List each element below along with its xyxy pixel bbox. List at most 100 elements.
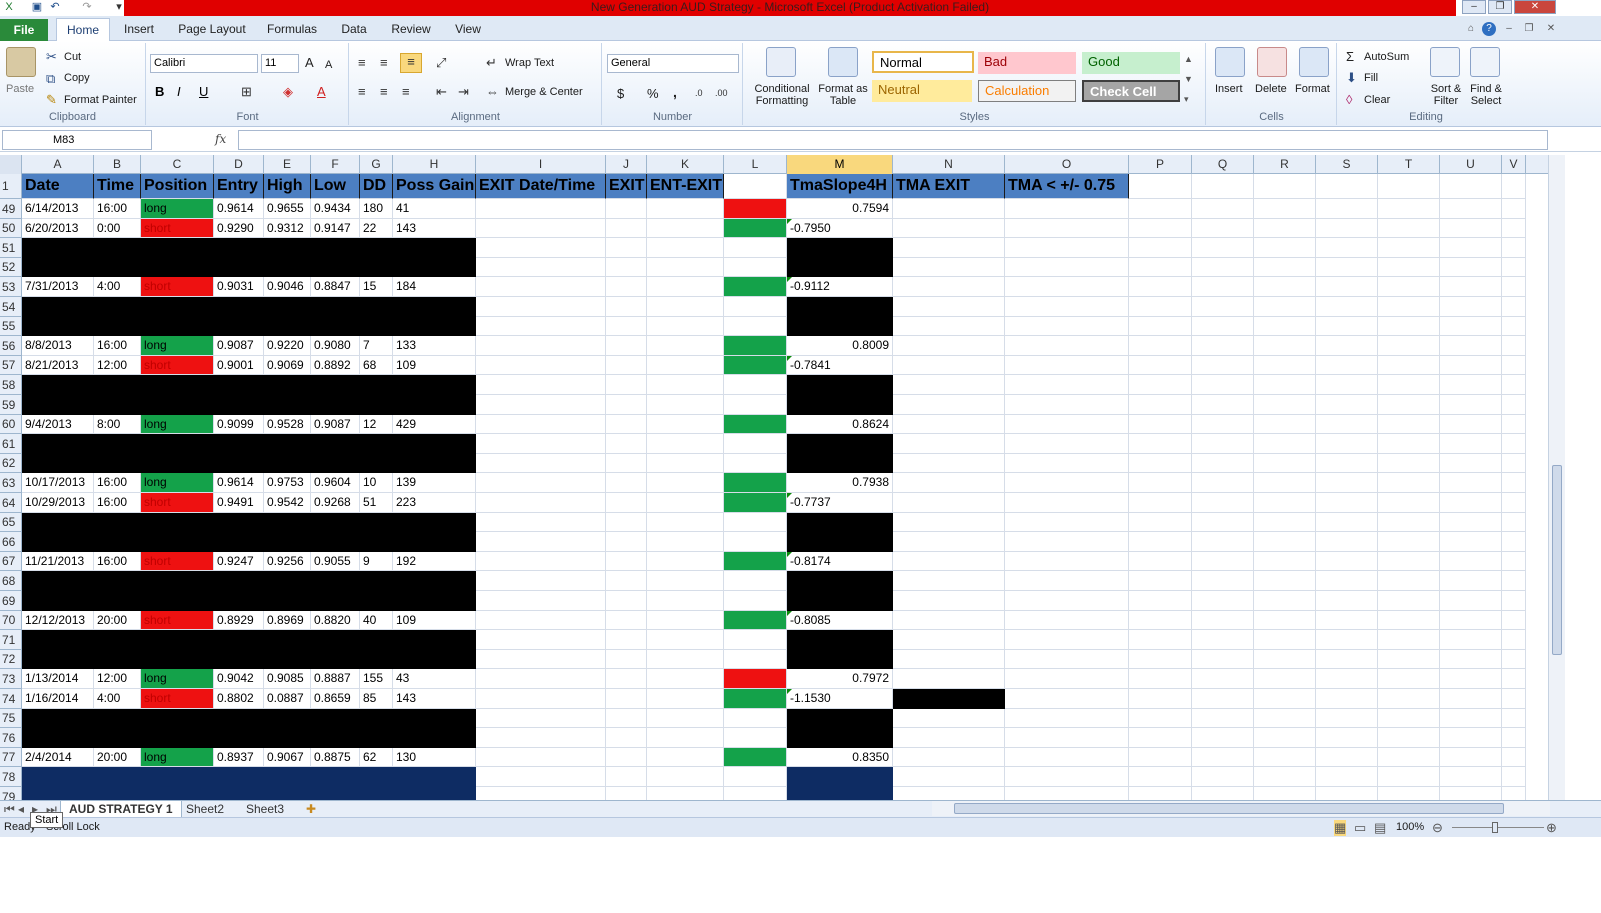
styles-more-icon[interactable]: ▾ <box>1184 91 1189 107</box>
cell[interactable] <box>1316 650 1378 669</box>
cell[interactable] <box>1502 571 1526 591</box>
cell[interactable] <box>1192 238 1254 258</box>
zoom-slider-handle[interactable] <box>1492 822 1498 833</box>
header-cell[interactable]: TmaSlope4H <box>787 174 893 199</box>
filled-cell[interactable] <box>264 317 311 336</box>
cell[interactable] <box>1440 199 1502 219</box>
cell[interactable] <box>1316 689 1378 709</box>
filled-cell[interactable] <box>22 434 94 454</box>
cell[interactable] <box>606 415 647 434</box>
filled-cell[interactable] <box>214 571 264 591</box>
cell[interactable] <box>647 630 724 650</box>
cell[interactable] <box>606 669 647 689</box>
column-header-f[interactable]: F <box>311 155 360 174</box>
tma-exit-cell[interactable] <box>893 199 1005 219</box>
cell[interactable] <box>606 356 647 375</box>
row-header[interactable]: 56 <box>0 336 22 356</box>
cell[interactable] <box>1440 174 1502 199</box>
cell[interactable] <box>1502 454 1526 473</box>
filled-cell[interactable] <box>214 709 264 728</box>
dd-cell[interactable]: 51 <box>360 493 393 513</box>
cell[interactable] <box>1316 709 1378 728</box>
cell[interactable] <box>1192 199 1254 219</box>
cell[interactable] <box>1005 728 1129 748</box>
cell[interactable] <box>1192 375 1254 395</box>
filled-cell[interactable] <box>360 258 393 277</box>
filled-cell[interactable] <box>22 591 94 611</box>
cell[interactable] <box>1502 375 1526 395</box>
filled-cell[interactable] <box>264 532 311 552</box>
signal-cell[interactable] <box>724 356 787 375</box>
date-cell[interactable]: 9/4/2013 <box>22 415 94 434</box>
filled-cell[interactable] <box>311 787 360 800</box>
filled-cell[interactable] <box>360 317 393 336</box>
row-header[interactable]: 75 <box>0 709 22 728</box>
high-cell[interactable]: 0.9528 <box>264 415 311 434</box>
vertical-scrollbar[interactable] <box>1548 155 1565 800</box>
header-cell[interactable]: Poss Gain <box>393 174 476 199</box>
cell[interactable] <box>647 767 724 787</box>
cell[interactable] <box>1192 395 1254 415</box>
cell[interactable] <box>1440 238 1502 258</box>
borders-icon[interactable]: ⊞ <box>241 84 252 100</box>
column-header-r[interactable]: R <box>1254 155 1316 174</box>
cell[interactable] <box>1502 669 1526 689</box>
cell[interactable] <box>1129 174 1192 199</box>
cell[interactable] <box>647 473 724 493</box>
column-header-a[interactable]: A <box>22 155 94 174</box>
cell[interactable] <box>647 748 724 767</box>
cell[interactable] <box>724 513 787 532</box>
cell[interactable] <box>476 571 606 591</box>
cell[interactable] <box>1254 630 1316 650</box>
cell[interactable] <box>1005 513 1129 532</box>
gain-cell[interactable]: 130 <box>393 748 476 767</box>
gain-cell[interactable]: 223 <box>393 493 476 513</box>
filled-cell[interactable] <box>311 709 360 728</box>
cell[interactable] <box>893 454 1005 473</box>
cell[interactable] <box>1005 336 1129 356</box>
column-header-k[interactable]: K <box>647 155 724 174</box>
signal-cell[interactable] <box>724 415 787 434</box>
cell[interactable] <box>1502 297 1526 317</box>
cell[interactable] <box>1129 277 1192 297</box>
cell[interactable] <box>1440 454 1502 473</box>
dd-cell[interactable]: 155 <box>360 669 393 689</box>
cell[interactable] <box>1316 532 1378 552</box>
cell[interactable] <box>1254 552 1316 571</box>
cell[interactable] <box>1440 552 1502 571</box>
cell[interactable] <box>1502 532 1526 552</box>
cell[interactable] <box>1192 415 1254 434</box>
bold-icon[interactable]: B <box>155 84 164 100</box>
entry-cell[interactable]: 0.9042 <box>214 669 264 689</box>
close-button[interactable]: ✕ <box>1514 0 1556 14</box>
cell[interactable] <box>476 277 606 297</box>
row-header[interactable]: 67 <box>0 552 22 571</box>
tma-slope-cell[interactable]: 0.7938 <box>787 473 893 493</box>
filled-cell[interactable] <box>311 571 360 591</box>
cell[interactable] <box>1005 434 1129 454</box>
cell[interactable] <box>606 748 647 767</box>
cell[interactable] <box>1254 454 1316 473</box>
cell[interactable] <box>893 297 1005 317</box>
filled-cell[interactable] <box>787 317 893 336</box>
filled-cell[interactable] <box>141 650 214 669</box>
filled-cell[interactable] <box>141 317 214 336</box>
high-cell[interactable]: 0.9312 <box>264 219 311 238</box>
cell[interactable] <box>1378 395 1440 415</box>
filled-cell[interactable] <box>94 395 141 415</box>
filled-cell[interactable] <box>360 767 393 787</box>
cell[interactable] <box>1502 513 1526 532</box>
cell[interactable] <box>606 532 647 552</box>
filled-cell[interactable] <box>22 630 94 650</box>
signal-cell[interactable] <box>724 611 787 630</box>
cell[interactable] <box>724 767 787 787</box>
formula-input[interactable] <box>238 130 1548 150</box>
filled-cell[interactable] <box>22 297 94 317</box>
cell[interactable] <box>476 669 606 689</box>
low-cell[interactable]: 0.8875 <box>311 748 360 767</box>
cell[interactable] <box>1254 473 1316 493</box>
cell[interactable] <box>647 258 724 277</box>
fill-button[interactable]: Fill <box>1364 72 1378 84</box>
cell[interactable] <box>1378 513 1440 532</box>
tab-data[interactable]: Data <box>332 18 376 40</box>
